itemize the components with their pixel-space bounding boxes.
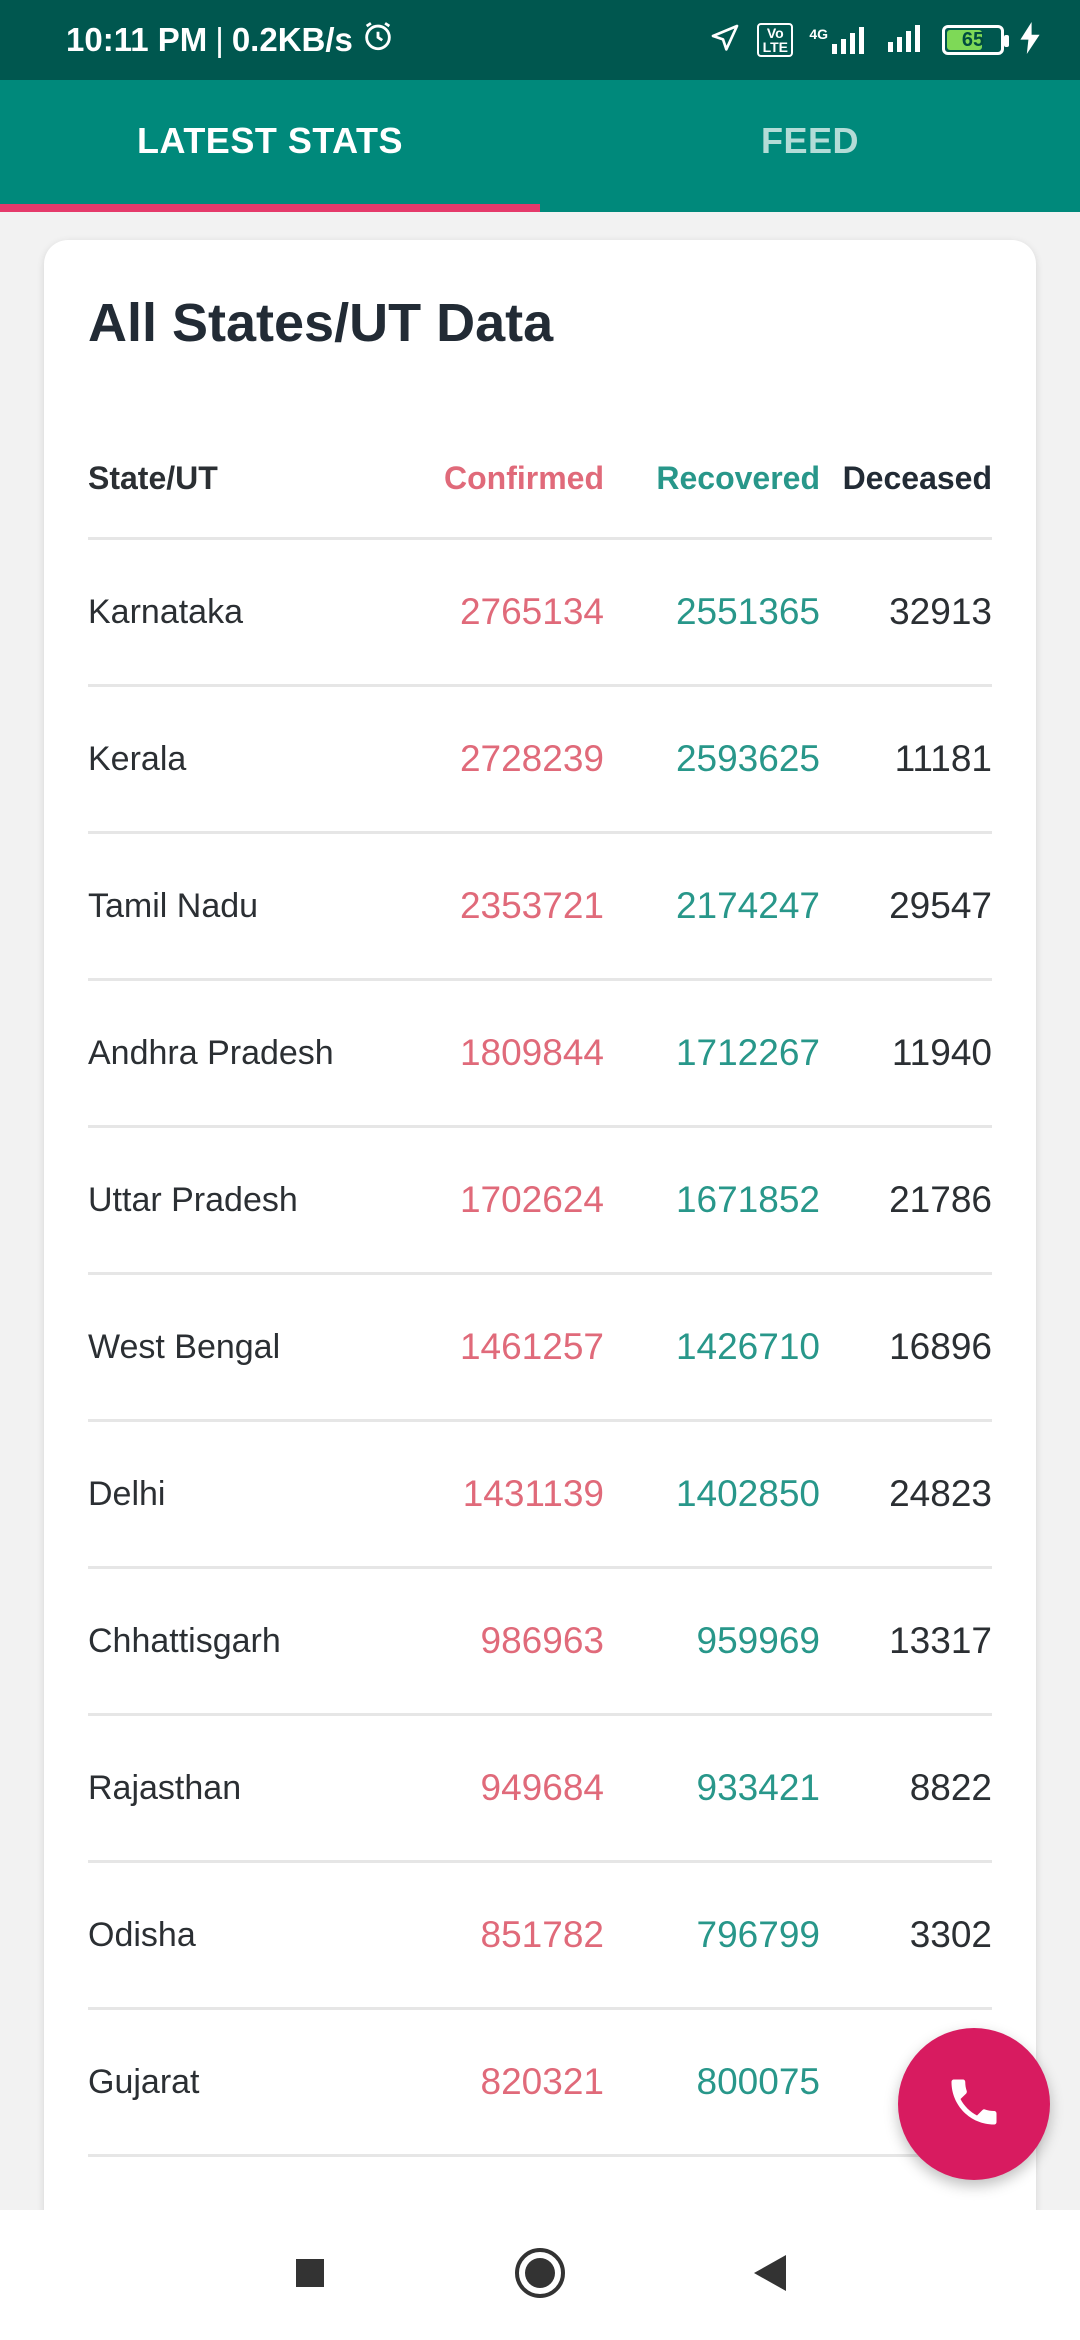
home-button[interactable] <box>510 2245 570 2305</box>
row-deceased: 11181 <box>894 738 992 779</box>
row-deceased: 29547 <box>889 885 992 926</box>
row-deceased: 11940 <box>891 1032 992 1073</box>
battery-level: 65 <box>961 28 985 51</box>
row-confirmed: 2353721 <box>459 885 604 926</box>
row-confirmed: 820321 <box>480 2061 604 2102</box>
row-recovered: 796799 <box>696 1914 820 1955</box>
table-row: Rajasthan 949684 933421 8822 <box>88 1716 992 1863</box>
status-right: Vo LTE 4G 65 <box>709 21 1040 59</box>
status-separator: | <box>215 21 224 58</box>
call-fab-button[interactable] <box>898 2028 1050 2180</box>
row-deceased: 21786 <box>889 1179 992 1220</box>
system-nav-bar <box>0 2210 1080 2340</box>
row-state: Chhattisgarh <box>88 1621 281 1660</box>
states-data-card: All States/UT Data State/UT Confirmed Re… <box>44 240 1036 2240</box>
row-state: Odisha <box>88 1915 196 1954</box>
network-type: 4G <box>809 26 828 42</box>
row-confirmed: 1809844 <box>459 1032 604 1073</box>
row-confirmed: 1702624 <box>459 1179 604 1220</box>
row-confirmed: 949684 <box>480 1767 604 1808</box>
header-deceased: Deceased <box>842 460 992 496</box>
table-header: State/UT Confirmed Recovered Deceased <box>88 420 992 540</box>
row-confirmed: 851782 <box>480 1914 604 1955</box>
row-state: Tamil Nadu <box>88 886 259 925</box>
row-confirmed: 986963 <box>480 1620 604 1661</box>
card-title: All States/UT Data <box>88 293 554 353</box>
table-row: Odisha 851782 796799 3302 <box>88 1863 992 2010</box>
status-left: 10:11 PM | 0.2KB/s <box>66 19 395 61</box>
table-row: Kerala 2728239 2593625 11181 <box>88 687 992 834</box>
tab-bar: LATEST STATS FEED <box>0 80 1080 212</box>
tab-feed-label: FEED <box>760 120 859 161</box>
row-state: Rajasthan <box>88 1768 242 1807</box>
status-net-speed: 0.2KB/s <box>231 21 353 58</box>
row-recovered: 933421 <box>696 1767 820 1808</box>
header-state: State/UT <box>88 460 218 496</box>
header-confirmed: Confirmed <box>444 460 604 496</box>
row-state: Uttar Pradesh <box>88 1180 298 1219</box>
battery-icon: 65 <box>942 25 1009 55</box>
table-row: Tamil Nadu 2353721 2174247 29547 <box>88 834 992 981</box>
row-recovered: 1426710 <box>675 1326 820 1367</box>
back-button[interactable] <box>740 2245 800 2305</box>
table-row: Gujarat 820321 800075 <box>88 2010 992 2157</box>
row-confirmed: 1431139 <box>462 1473 604 1514</box>
row-deceased: 32913 <box>889 591 992 632</box>
recents-button[interactable] <box>280 2245 340 2305</box>
tab-latest-stats-label: LATEST STATS <box>137 120 403 161</box>
alarm-icon <box>361 19 395 61</box>
table-row: West Bengal 1461257 1426710 16896 <box>88 1275 992 1422</box>
table-row: Uttar Pradesh 1702624 1671852 21786 <box>88 1128 992 1275</box>
status-bar: 10:11 PM | 0.2KB/s Vo LTE 4G 65 <box>0 0 1080 80</box>
signal-4g-icon: 4G <box>809 26 870 54</box>
table-row: Andhra Pradesh 1809844 1712267 11940 <box>88 981 992 1128</box>
table-row: Karnataka 2765134 2551365 32913 <box>88 540 992 687</box>
triangle-back-icon <box>752 2253 788 2298</box>
row-confirmed: 2728239 <box>459 738 604 779</box>
tab-indicator <box>0 204 540 212</box>
phone-icon <box>944 2072 1004 2137</box>
row-state: Karnataka <box>88 592 243 631</box>
row-state: Kerala <box>88 739 187 778</box>
volte-icon: Vo LTE <box>757 23 794 57</box>
row-recovered: 1402850 <box>675 1473 820 1514</box>
table-row: Chhattisgarh 986963 959969 13317 <box>88 1569 992 1716</box>
states-table: State/UT Confirmed Recovered Deceased Ka… <box>88 420 992 2157</box>
row-deceased: 24823 <box>889 1473 992 1514</box>
tab-latest-stats[interactable]: LATEST STATS <box>0 80 540 212</box>
row-confirmed: 2765134 <box>459 591 604 632</box>
row-confirmed: 1461257 <box>459 1326 604 1367</box>
row-recovered: 1712267 <box>675 1032 820 1073</box>
row-state: Delhi <box>88 1474 166 1513</box>
tab-feed[interactable]: FEED <box>540 80 1080 212</box>
header-recovered: Recovered <box>656 460 820 496</box>
row-state: Gujarat <box>88 2062 200 2101</box>
row-deceased: 13317 <box>889 1620 992 1661</box>
row-state: Andhra Pradesh <box>88 1033 334 1072</box>
row-recovered: 2551365 <box>675 591 820 632</box>
row-state: West Bengal <box>88 1327 281 1366</box>
row-recovered: 959969 <box>696 1620 820 1661</box>
row-recovered: 2593625 <box>675 738 820 779</box>
square-icon <box>294 2257 326 2294</box>
row-recovered: 800075 <box>696 2061 820 2102</box>
row-recovered: 2174247 <box>675 885 820 926</box>
charging-icon <box>1020 21 1040 59</box>
row-deceased: 16896 <box>889 1326 992 1367</box>
table-row: Delhi 1431139 1402850 24823 <box>88 1422 992 1569</box>
row-deceased: 3302 <box>909 1914 992 1955</box>
location-icon <box>709 22 741 59</box>
signal-icon <box>886 24 926 57</box>
row-recovered: 1671852 <box>675 1179 820 1220</box>
status-time: 10:11 PM <box>66 21 208 58</box>
table-body: Karnataka 2765134 2551365 32913 Kerala 272823… <box>88 540 992 2157</box>
circle-icon <box>513 2246 567 2305</box>
row-deceased: 8822 <box>909 1767 992 1808</box>
